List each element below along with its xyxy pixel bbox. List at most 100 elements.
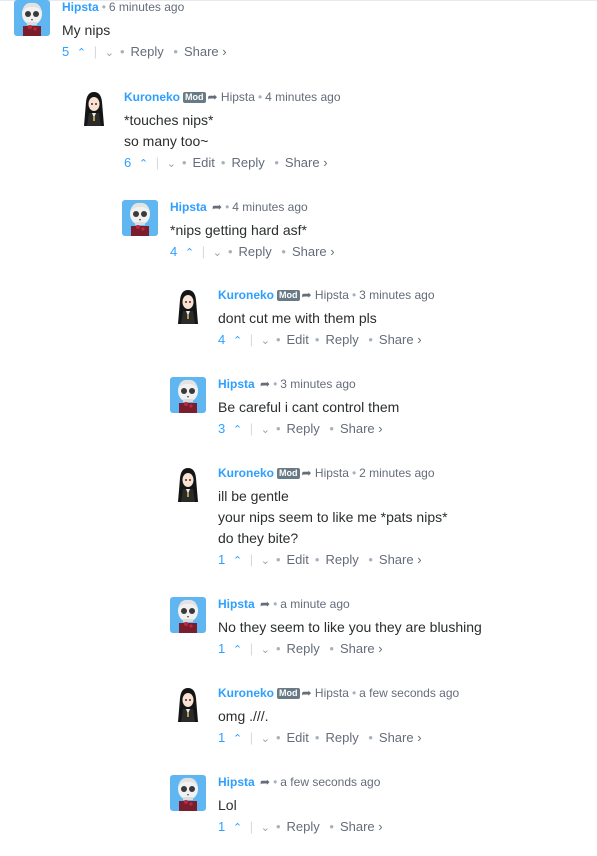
edit-link[interactable]: Edit — [287, 552, 309, 567]
comment-timestamp[interactable]: 4 minutes ago — [265, 90, 340, 104]
share-link[interactable]: Share › — [379, 552, 422, 567]
header-separator: • — [101, 0, 106, 14]
share-link[interactable]: Share › — [292, 244, 335, 259]
comment-author[interactable]: Kuroneko — [124, 90, 180, 104]
downvote-icon[interactable]: ⌄ — [261, 424, 270, 436]
edit-link[interactable]: Edit — [287, 332, 309, 347]
downvote-icon[interactable]: ⌄ — [261, 733, 270, 745]
footer-separator: • — [275, 552, 281, 567]
anime-girl-avatar[interactable] — [76, 90, 112, 126]
downvote-icon[interactable]: ⌄ — [105, 47, 114, 59]
comment-author[interactable]: Hipsta — [62, 0, 99, 14]
downvote-icon[interactable]: ⌄ — [213, 247, 222, 259]
edit-link[interactable]: Edit — [287, 730, 309, 745]
comment-timestamp[interactable]: a minute ago — [280, 597, 349, 611]
comment-header: Hipsta ➦ • 3 minutes ago — [218, 377, 597, 391]
reply-link[interactable]: Reply — [325, 730, 358, 745]
comment-timestamp[interactable]: 3 minutes ago — [280, 377, 355, 391]
reply-link[interactable]: Reply — [287, 819, 320, 834]
parent-author-link[interactable]: Hipsta — [315, 466, 349, 480]
comment-author[interactable]: Kuroneko — [218, 686, 274, 700]
share-link[interactable]: Share › — [285, 155, 328, 170]
share-link[interactable]: Share › — [340, 641, 383, 656]
mod-badge: Mod — [277, 468, 300, 479]
share-link[interactable]: Share › — [379, 730, 422, 745]
parent-author-link[interactable]: Hipsta — [315, 686, 349, 700]
reply-link[interactable]: Reply — [131, 44, 164, 59]
vote-divider: | — [155, 155, 160, 170]
upvote-icon[interactable]: ⌃ — [233, 733, 242, 745]
comment-footer: 5 ⌃ | ⌄ • Reply • Share › — [62, 43, 482, 62]
upvote-icon[interactable]: ⌃ — [233, 424, 242, 436]
reply-link[interactable]: Reply — [231, 155, 264, 170]
anime-girl-avatar[interactable] — [170, 288, 206, 324]
parent-author-link[interactable]: Hipsta — [315, 288, 349, 302]
mod-badge: Mod — [183, 92, 206, 103]
comment-author[interactable]: Hipsta — [218, 597, 255, 611]
reply-link[interactable]: Reply — [287, 421, 320, 436]
upvote-icon[interactable]: ⌃ — [233, 822, 242, 834]
upvote-count: 1 — [218, 552, 226, 567]
skull-avatar[interactable] — [170, 597, 206, 633]
downvote-icon[interactable]: ⌄ — [167, 158, 176, 170]
upvote-icon[interactable]: ⌃ — [185, 247, 194, 259]
reply-link[interactable]: Reply — [325, 332, 358, 347]
anime-girl-avatar[interactable] — [170, 466, 206, 502]
anime-girl-avatar[interactable] — [170, 686, 206, 722]
vote-divider: | — [201, 244, 206, 259]
downvote-icon[interactable]: ⌄ — [261, 644, 270, 656]
comment-author[interactable]: Kuroneko — [218, 288, 274, 302]
upvote-icon[interactable]: ⌃ — [139, 158, 148, 170]
upvote-count: 4 — [170, 244, 178, 259]
comment-timestamp[interactable]: 6 minutes ago — [109, 0, 184, 14]
share-link[interactable]: Share › — [340, 819, 383, 834]
reply-link[interactable]: Reply — [287, 641, 320, 656]
parent-author-link[interactable]: Hipsta — [221, 90, 255, 104]
comment-timestamp[interactable]: a few seconds ago — [280, 775, 380, 789]
vote-divider: | — [249, 552, 254, 567]
downvote-icon[interactable]: ⌄ — [261, 822, 270, 834]
upvote-icon[interactable]: ⌃ — [77, 47, 86, 59]
reply-link[interactable]: Reply — [325, 552, 358, 567]
comment-body: Hipsta ➦ • a minute ago No they seem to li… — [218, 597, 597, 659]
comment-timestamp[interactable]: 4 minutes ago — [232, 200, 307, 214]
comment-timestamp[interactable]: a few seconds ago — [359, 686, 459, 700]
footer-separator: • — [368, 730, 373, 745]
footer-separator: • — [329, 641, 334, 656]
comment-timestamp[interactable]: 2 minutes ago — [359, 466, 434, 480]
footer-separator: • — [275, 641, 281, 656]
footer-separator: • — [368, 552, 373, 567]
comment-author[interactable]: Kuroneko — [218, 466, 274, 480]
comment-footer: 1 ⌃ | ⌄ • Reply • Share › — [218, 640, 597, 659]
comment-text: Be careful i cant control them — [218, 397, 597, 418]
downvote-icon[interactable]: ⌄ — [261, 335, 270, 347]
upvote-icon[interactable]: ⌃ — [233, 555, 242, 567]
upvote-icon[interactable]: ⌃ — [233, 644, 242, 656]
vote-divider: | — [249, 641, 254, 656]
skull-avatar[interactable] — [14, 0, 50, 36]
comment-text-line: ill be gentle — [218, 488, 289, 504]
downvote-icon[interactable]: ⌄ — [261, 555, 270, 567]
upvote-count: 1 — [218, 819, 226, 834]
share-link[interactable]: Share › — [340, 421, 383, 436]
share-link[interactable]: Share › — [184, 44, 227, 59]
skull-avatar[interactable] — [170, 377, 206, 413]
skull-avatar[interactable] — [122, 200, 158, 236]
upvote-icon[interactable]: ⌃ — [233, 335, 242, 347]
skull-avatar[interactable] — [170, 775, 206, 811]
comment-header: Hipsta ➦ • a minute ago — [218, 597, 597, 611]
comment-header: Hipsta ➦ • a few seconds ago — [218, 775, 597, 789]
share-link[interactable]: Share › — [379, 332, 422, 347]
edit-link[interactable]: Edit — [193, 155, 215, 170]
reply-arrow-icon: ➦ — [301, 466, 312, 480]
header-separator: • — [225, 200, 230, 214]
comment-author[interactable]: Hipsta — [170, 200, 207, 214]
comment-author[interactable]: Hipsta — [218, 377, 255, 391]
footer-separator: • — [314, 552, 320, 567]
vote-divider: | — [249, 332, 254, 347]
reply-link[interactable]: Reply — [239, 244, 272, 259]
comment-timestamp[interactable]: 3 minutes ago — [359, 288, 434, 302]
comment-body: Kuroneko Mod ➦ Hipsta • a few seconds ago om… — [218, 686, 597, 748]
reply-arrow-icon: ➦ — [207, 90, 218, 104]
comment-author[interactable]: Hipsta — [218, 775, 255, 789]
